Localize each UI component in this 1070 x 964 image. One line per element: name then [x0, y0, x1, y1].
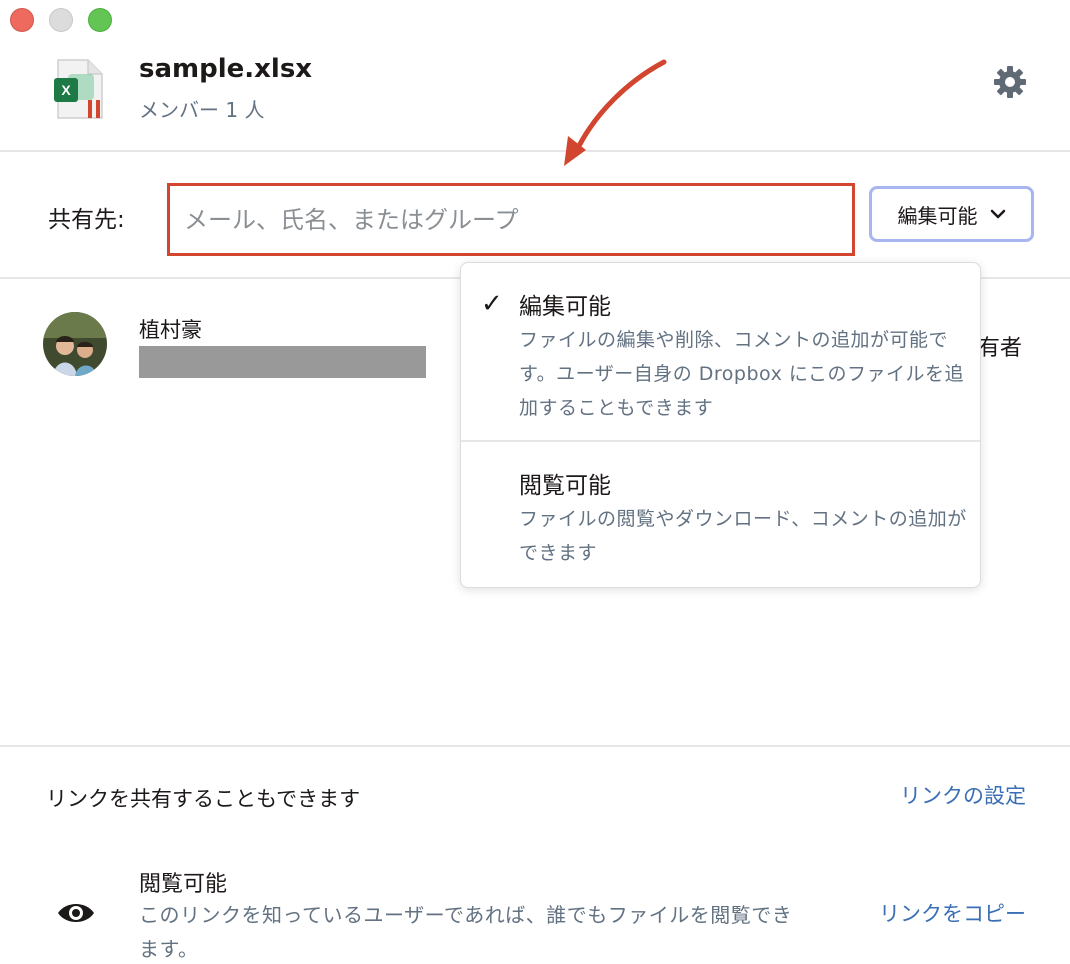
chevron-down-icon	[990, 209, 1005, 219]
permission-dropdown-button[interactable]: 編集可能	[869, 186, 1034, 242]
share-window: X sample.xlsx メンバー 1 人 共有先: 編集可能	[0, 0, 1070, 964]
menu-item-title: 編集可能	[519, 294, 611, 320]
close-window-button[interactable]	[10, 8, 34, 32]
menu-item-can-edit[interactable]: ✓ 編集可能 ファイルの編集や削除、コメントの追加が可能です。ユーザー自身の D…	[461, 263, 980, 440]
permission-menu: ✓ 編集可能 ファイルの編集や削除、コメントの追加が可能です。ユーザー自身の D…	[460, 262, 981, 588]
member-role: 有者	[978, 336, 1023, 361]
link-share-heading: リンクを共有することもできます	[46, 787, 361, 811]
menu-item-description: ファイルの閲覧やダウンロード、コメントの追加ができます	[519, 508, 967, 564]
menu-item-can-view[interactable]: 閲覧可能 ファイルの閲覧やダウンロード、コメントの追加ができます	[461, 442, 980, 587]
excel-file-icon: X	[54, 59, 103, 119]
gear-icon[interactable]	[990, 62, 1030, 102]
menu-item-description: ファイルの編集や削除、コメントの追加が可能です。ユーザー自身の Dropbox …	[519, 329, 964, 419]
minimize-window-button[interactable]	[49, 8, 73, 32]
window-controls	[10, 8, 112, 32]
eye-icon	[58, 904, 94, 922]
header-divider	[0, 150, 1070, 152]
member-count: メンバー 1 人	[139, 98, 265, 122]
link-divider	[0, 745, 1070, 747]
link-permission-title: 閲覧可能	[139, 872, 228, 897]
checkmark-icon: ✓	[481, 289, 503, 319]
link-settings-link[interactable]: リンクの設定	[900, 780, 1026, 810]
svg-text:X: X	[61, 82, 71, 98]
zoom-window-button[interactable]	[88, 8, 112, 32]
link-permission-description: このリンクを知っているユーザーであれば、誰でもファイルを閲覧できます。	[139, 903, 793, 961]
file-name: sample.xlsx	[139, 54, 313, 84]
share-to-label: 共有先:	[48, 207, 125, 233]
permission-button-label: 編集可能	[897, 203, 978, 228]
menu-item-title: 閲覧可能	[519, 473, 611, 499]
annotation-arrow-icon	[564, 59, 667, 166]
share-recipient-input[interactable]	[167, 183, 855, 256]
member-name: 植村豪	[139, 318, 202, 342]
avatar	[43, 312, 107, 376]
copy-link-button[interactable]: リンクをコピー	[879, 898, 1026, 928]
redacted-email	[139, 346, 426, 378]
